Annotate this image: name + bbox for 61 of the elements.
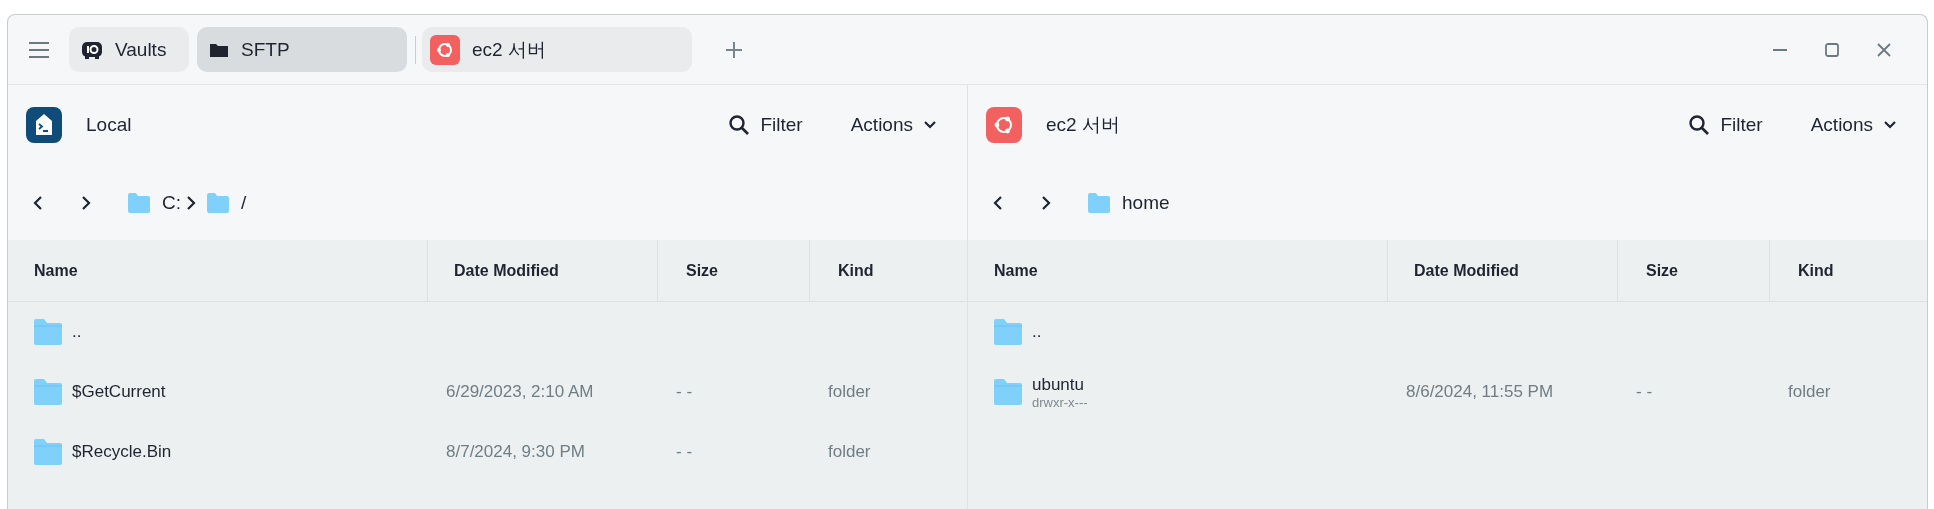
column-header[interactable]: Date Modified	[1414, 261, 1519, 280]
folder-icon	[994, 379, 1022, 405]
chevron-down-icon	[1883, 120, 1897, 130]
back-icon[interactable]	[992, 194, 1004, 211]
column-header[interactable]: Size	[1646, 261, 1678, 280]
file-name: $GetCurrent	[72, 382, 166, 402]
actions-button[interactable]: Actions	[1804, 110, 1903, 140]
file-size: - -	[1636, 382, 1653, 402]
breadcrumb[interactable]: home	[1088, 191, 1170, 214]
file-name: ..	[72, 322, 82, 342]
forward-icon[interactable]	[80, 194, 92, 211]
file-permissions: drwxr-x---	[1032, 394, 1088, 410]
folder-icon	[207, 192, 229, 213]
search-icon	[1688, 114, 1711, 136]
breadcrumb[interactable]: /	[207, 191, 247, 214]
ubuntu-icon	[430, 34, 460, 65]
column-header[interactable]: Name	[994, 261, 1038, 280]
column-header[interactable]: Kind	[1798, 261, 1834, 280]
search-icon	[728, 114, 751, 136]
pane-title: ec2 서버	[1046, 113, 1120, 137]
actions-button[interactable]: Actions	[844, 110, 943, 140]
date-modified: 8/7/2024, 9:30 PM	[446, 442, 585, 462]
folder-icon	[209, 41, 229, 58]
terminal-icon	[26, 107, 62, 143]
file-name: ..	[1032, 322, 1042, 342]
file-size: - -	[676, 382, 693, 402]
breadcrumb[interactable]: C:	[128, 191, 181, 214]
folder-icon	[994, 319, 1022, 345]
folder-icon	[34, 319, 62, 345]
file-kind: folder	[828, 382, 871, 402]
folder-icon	[128, 192, 150, 213]
filter-button[interactable]: Filter	[722, 110, 809, 140]
column-header[interactable]: Size	[686, 261, 718, 280]
folder-icon	[1088, 192, 1110, 213]
folder-icon	[34, 379, 62, 405]
close-icon[interactable]	[1875, 40, 1893, 59]
tab[interactable]: ec2 서버	[422, 27, 692, 72]
pane-title: Local	[86, 114, 132, 136]
chevron-down-icon	[923, 120, 937, 130]
ubuntu-icon	[986, 107, 1022, 143]
chevron-right-icon	[185, 194, 197, 211]
forward-icon[interactable]	[1040, 194, 1052, 211]
folder-icon	[34, 439, 62, 465]
menu-icon[interactable]	[28, 40, 50, 59]
column-header[interactable]: Kind	[838, 261, 874, 280]
column-header[interactable]: Date Modified	[454, 261, 559, 280]
column-header[interactable]: Name	[34, 261, 78, 280]
file-kind: folder	[828, 442, 871, 462]
file-kind: folder	[1788, 382, 1831, 402]
tab[interactable]: Vaults	[69, 27, 189, 72]
back-icon[interactable]	[32, 194, 44, 211]
date-modified: 6/29/2023, 2:10 AM	[446, 382, 594, 402]
vault-icon	[81, 39, 103, 60]
date-modified: 8/6/2024, 11:55 PM	[1406, 382, 1554, 402]
file-size: - -	[676, 442, 693, 462]
file-name: ubuntu	[1032, 374, 1085, 395]
file-name: $Recycle.Bin	[72, 442, 172, 462]
filter-button[interactable]: Filter	[1682, 110, 1769, 140]
add-tab-icon[interactable]	[724, 39, 744, 60]
maximize-icon[interactable]	[1823, 40, 1841, 59]
tab[interactable]: SFTP	[197, 27, 407, 72]
